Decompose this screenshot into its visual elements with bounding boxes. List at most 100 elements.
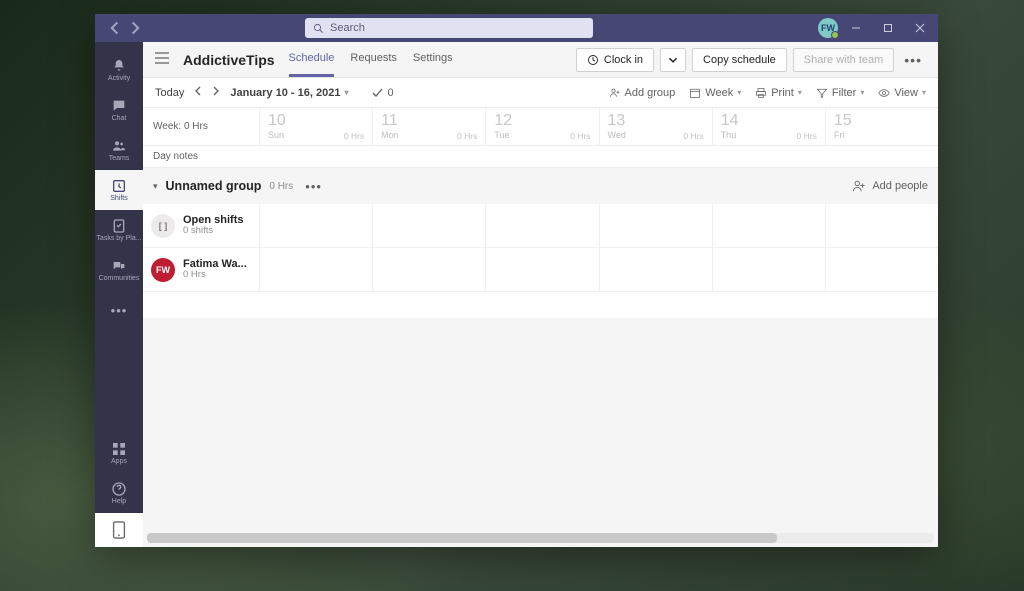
tab-schedule[interactable]: Schedule bbox=[289, 42, 335, 77]
page-header: AddictiveTips Schedule Requests Settings… bbox=[143, 42, 938, 78]
blank-row bbox=[143, 292, 938, 318]
eye-icon bbox=[878, 87, 890, 99]
tabs: Schedule Requests Settings bbox=[289, 42, 453, 77]
rail-label: Help bbox=[112, 498, 126, 505]
hamburger-button[interactable] bbox=[155, 51, 169, 69]
group-header: ▾ Unnamed group 0 Hrs ••• Add people bbox=[143, 168, 938, 204]
day-number: 13 bbox=[608, 112, 704, 130]
shift-cell[interactable] bbox=[599, 204, 712, 247]
filter-button[interactable]: Filter ▾ bbox=[816, 87, 864, 99]
close-button[interactable] bbox=[906, 14, 934, 42]
shift-cell[interactable] bbox=[259, 248, 372, 291]
shift-cell[interactable] bbox=[485, 248, 598, 291]
filter-label: Filter bbox=[832, 87, 856, 99]
add-group-icon bbox=[609, 87, 621, 99]
add-group-button[interactable]: Add group bbox=[609, 87, 676, 99]
group-name: Unnamed group bbox=[166, 179, 262, 193]
rail-more[interactable]: ••• bbox=[95, 290, 143, 330]
shift-cell[interactable] bbox=[825, 248, 938, 291]
shift-cell[interactable] bbox=[485, 204, 598, 247]
titlebar: Search FW bbox=[95, 14, 938, 42]
next-week-button[interactable] bbox=[212, 86, 220, 99]
search-box[interactable]: Search bbox=[305, 18, 593, 38]
chat-icon bbox=[111, 98, 127, 114]
horizontal-scrollbar[interactable] bbox=[147, 533, 934, 543]
date-range-picker[interactable]: January 10 - 16, 2021 ▾ bbox=[230, 87, 348, 99]
shift-cell[interactable] bbox=[372, 248, 485, 291]
add-people-label: Add people bbox=[872, 180, 928, 192]
app-rail: Activity Chat Teams Shifts Tasks by Pla.… bbox=[95, 42, 143, 547]
group-hours: 0 Hrs bbox=[269, 181, 293, 192]
profile-avatar[interactable]: FW bbox=[818, 18, 838, 38]
day-name: Fri bbox=[834, 130, 930, 140]
clock-in-dropdown[interactable] bbox=[660, 48, 686, 72]
calendar-icon bbox=[689, 87, 701, 99]
group-more-button[interactable]: ••• bbox=[305, 179, 322, 194]
view-button[interactable]: View ▾ bbox=[878, 87, 926, 99]
clock-in-label: Clock in bbox=[604, 54, 643, 66]
today-button[interactable]: Today bbox=[155, 87, 184, 99]
rail-label: Tasks by Pla... bbox=[96, 235, 141, 242]
shift-cell[interactable] bbox=[825, 204, 938, 247]
bell-icon bbox=[111, 58, 127, 74]
rail-label: Activity bbox=[108, 75, 130, 82]
print-button[interactable]: Print ▾ bbox=[755, 87, 802, 99]
add-people-button[interactable]: Add people bbox=[852, 179, 928, 193]
day-number: 15 bbox=[834, 112, 930, 130]
scrollbar-thumb[interactable] bbox=[147, 533, 777, 543]
approval-count[interactable]: 0 bbox=[372, 87, 393, 99]
rail-tasks[interactable]: Tasks by Pla... bbox=[95, 210, 143, 250]
rail-help[interactable]: Help bbox=[95, 473, 143, 513]
back-button[interactable] bbox=[109, 21, 123, 35]
approval-number: 0 bbox=[387, 87, 393, 99]
day-number: 10 bbox=[268, 112, 364, 130]
open-shift-glyph: [ ] bbox=[159, 221, 168, 231]
week-view-button[interactable]: Week ▾ bbox=[689, 87, 741, 99]
shift-cell[interactable] bbox=[259, 204, 372, 247]
day-hours: 0 Hrs bbox=[457, 131, 477, 141]
tab-settings[interactable]: Settings bbox=[413, 42, 453, 77]
teams-icon bbox=[111, 138, 127, 154]
rail-label: Communities bbox=[99, 275, 140, 282]
main-pane: AddictiveTips Schedule Requests Settings… bbox=[143, 42, 938, 547]
shift-cell[interactable] bbox=[372, 204, 485, 247]
rail-communities[interactable]: Communities bbox=[95, 250, 143, 290]
rail-label: Shifts bbox=[110, 195, 128, 202]
day-hours: 0 Hrs bbox=[683, 131, 703, 141]
person-avatar: FW bbox=[151, 258, 175, 282]
print-icon bbox=[755, 87, 767, 99]
day-notes-label: Day notes bbox=[143, 146, 259, 167]
day-header: 10 Sun 0 Hrs bbox=[259, 108, 372, 145]
day-number: 14 bbox=[721, 112, 817, 130]
search-placeholder: Search bbox=[330, 22, 365, 34]
rail-activity[interactable]: Activity bbox=[95, 50, 143, 90]
header-more-button[interactable]: ••• bbox=[900, 52, 926, 68]
open-shifts-icon: [ ] bbox=[151, 214, 175, 238]
tab-requests[interactable]: Requests bbox=[350, 42, 396, 77]
clock-icon bbox=[587, 54, 599, 66]
forward-button[interactable] bbox=[127, 21, 141, 35]
prev-week-button[interactable] bbox=[194, 86, 202, 99]
shift-cell[interactable] bbox=[712, 204, 825, 247]
shift-cell[interactable] bbox=[599, 248, 712, 291]
clock-in-button[interactable]: Clock in bbox=[576, 48, 654, 72]
rail-shifts[interactable]: Shifts bbox=[95, 170, 143, 210]
maximize-button[interactable] bbox=[874, 14, 902, 42]
day-notes-row: Day notes bbox=[143, 146, 938, 168]
share-label: Share with team bbox=[804, 54, 883, 66]
rail-chat[interactable]: Chat bbox=[95, 90, 143, 130]
group-collapse-toggle[interactable]: ▾ bbox=[153, 181, 158, 192]
minimize-button[interactable] bbox=[842, 14, 870, 42]
day-header: 14 Thu 0 Hrs bbox=[712, 108, 825, 145]
day-hours: 0 Hrs bbox=[797, 131, 817, 141]
day-number: 11 bbox=[381, 112, 477, 130]
rail-teams[interactable]: Teams bbox=[95, 130, 143, 170]
chevron-down-icon: ▾ bbox=[737, 88, 741, 97]
filter-icon bbox=[816, 87, 828, 99]
copy-schedule-button[interactable]: Copy schedule bbox=[692, 48, 787, 72]
schedule-row-open-shifts: [ ] Open shifts 0 shifts bbox=[143, 204, 938, 248]
shift-cell[interactable] bbox=[712, 248, 825, 291]
rail-label: Apps bbox=[111, 458, 127, 465]
rail-apps[interactable]: Apps bbox=[95, 433, 143, 473]
rail-device[interactable] bbox=[95, 513, 143, 547]
